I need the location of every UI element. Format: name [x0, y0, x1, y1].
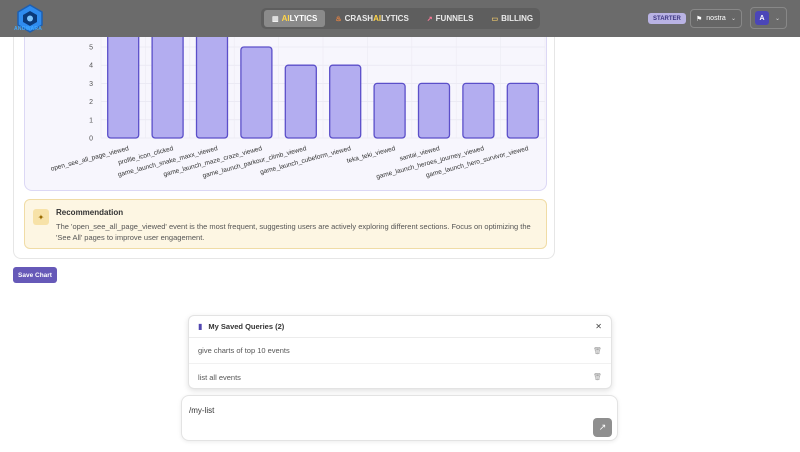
query-input[interactable]: /my-list	[189, 406, 589, 434]
recommendation-text: The 'open_see_all_page_viewed' event is …	[56, 222, 531, 242]
tab-label: BILLING	[501, 14, 534, 23]
bar	[151, 37, 184, 139]
send-button[interactable]: ↗	[593, 418, 612, 437]
top-navigation-bar: ANDWARA ▥ AILYTICS ♨ CRASHAILYTICS ↗ FUN…	[0, 0, 800, 37]
tab-funnels[interactable]: ↗ FUNNELS	[419, 10, 482, 27]
y-tick-label: 4	[89, 63, 93, 70]
recommendation-box: ✦ Recommendation The 'open_see_all_page_…	[24, 199, 547, 249]
brand-logo-text: ANDWARA	[14, 26, 43, 32]
trend-icon: ↗	[426, 15, 433, 23]
query-input-box: /my-list ↗	[181, 395, 618, 441]
fire-icon: ♨	[335, 15, 342, 23]
saved-query-text: give charts of top 10 events	[198, 346, 290, 355]
chevron-down-icon: ⌄	[730, 16, 736, 22]
project-name: nostra	[706, 15, 726, 22]
saved-query-text: list all events	[198, 372, 241, 382]
plan-badge: STARTER	[648, 13, 686, 24]
chart-icon: ▥	[272, 15, 279, 23]
x-tick-label: teka_teki_viewed	[346, 145, 396, 165]
lightbulb-icon: ✦	[33, 209, 49, 225]
save-chart-button[interactable]: Save Chart	[13, 267, 57, 283]
recommendation-title: Recommendation	[56, 208, 124, 217]
saved-query-item[interactable]: give charts of top 10 events 🗑	[189, 338, 611, 364]
tab-label: FUNNELS	[435, 14, 474, 23]
user-menu[interactable]: A ⌄	[750, 7, 787, 29]
project-selector[interactable]: ⚑ nostra ⌄	[690, 9, 742, 28]
bar-chart: 012345open_see_all_page_viewedprofile_ic…	[50, 37, 546, 181]
saved-queries-title: My Saved Queries (2)	[208, 322, 285, 331]
card-icon: ▭	[491, 15, 499, 23]
saved-query-item[interactable]: list all events 🗑	[189, 364, 611, 390]
y-tick-label: 0	[89, 136, 93, 143]
chart-result-card: 0 1 2 3 4 5 open_see_all_page_viewed profile_ic…	[13, 37, 555, 259]
bar	[462, 82, 495, 139]
bar	[506, 82, 539, 139]
flag-icon: ⚑	[696, 15, 703, 23]
bar	[195, 37, 229, 139]
y-tick-label: 3	[89, 81, 93, 88]
bar-chart-panel: 0 1 2 3 4 5 open_see_all_page_viewed profile_ic…	[24, 37, 547, 191]
y-tick-label: 1	[89, 117, 93, 124]
chevron-down-icon: ⌄	[775, 15, 781, 22]
tab-label: AILYTICS	[281, 14, 318, 23]
bar	[329, 64, 362, 139]
y-tick-label: 5	[89, 45, 93, 52]
send-arrow-icon: ↗	[598, 422, 607, 432]
bar	[284, 64, 317, 139]
bar	[417, 82, 451, 139]
bar	[240, 46, 273, 139]
close-icon[interactable]: ✕	[595, 322, 602, 331]
trash-icon[interactable]: 🗑	[593, 373, 602, 381]
tab-label: CRASHAILYTICS	[344, 14, 409, 23]
y-tick-label: 2	[89, 99, 93, 106]
tab-billing[interactable]: ▭ BILLING	[483, 10, 541, 27]
bookmark-icon: ▮	[198, 322, 203, 331]
saved-queries-panel: ▮ My Saved Queries (2) ✕ give charts of …	[188, 315, 612, 389]
tab-ailytics[interactable]: ▥ AILYTICS	[264, 10, 326, 27]
bar	[107, 37, 140, 139]
avatar: A	[755, 11, 769, 25]
trash-icon[interactable]: 🗑	[593, 347, 602, 355]
tab-crashailytics[interactable]: ♨ CRASHAILYTICS	[327, 10, 416, 27]
main-tabs: ▥ AILYTICS ♨ CRASHAILYTICS ↗ FUNNELS ▭ B…	[261, 8, 540, 29]
saved-queries-header: ▮ My Saved Queries (2) ✕	[189, 316, 611, 338]
bar	[373, 82, 406, 139]
